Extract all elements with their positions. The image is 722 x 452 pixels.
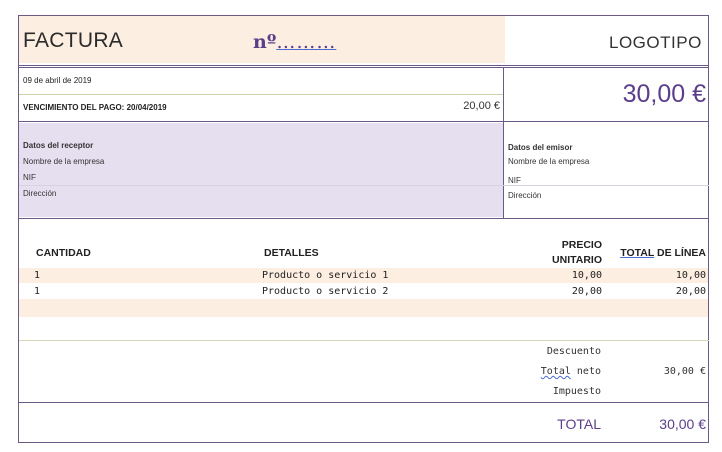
divider: [503, 67, 504, 218]
due-date-label: VENCIMIENTO DEL PAGO: 20/04/2019: [23, 103, 167, 112]
invoice-date: 09 de abril de 2019: [23, 76, 92, 85]
col-header-details: DETALLES: [264, 247, 319, 259]
table-row-details: Producto o servicio 1: [262, 270, 389, 281]
table-row-details: Producto o servicio 2: [262, 286, 389, 297]
emisor-title: Datos del emisor: [508, 143, 573, 152]
emisor-nif: NIF: [508, 176, 521, 185]
due-amount: 20,00 €: [463, 100, 500, 112]
divider: [19, 67, 709, 68]
table-row-quantity: 1: [34, 286, 41, 297]
invoice-number-label: nº: [253, 31, 277, 53]
grand-total-label: TOTAL: [557, 416, 601, 432]
table-row-line-total: 20,00: [675, 286, 706, 297]
col-header-unit-price: PRECIO UNITARIO: [552, 238, 602, 268]
receptor-title: Datos del receptor: [23, 141, 94, 150]
invoice-number-dots: ………: [276, 31, 337, 53]
divider: [19, 65, 709, 66]
table-row-unit-price: 10,00: [571, 270, 602, 281]
receptor-nif: NIF: [23, 173, 36, 182]
emisor-address: Dirección: [508, 191, 542, 200]
tax-label: Impuesto: [552, 386, 601, 397]
divider: [19, 402, 709, 403]
net-total-value: 30,00 €: [663, 366, 706, 377]
col-header-quantity: CANTIDAD: [36, 247, 91, 259]
col-header-unit-price-line2: UNITARIO: [552, 254, 602, 266]
col-header-line-total-rest: DE LÍNEA: [654, 247, 706, 259]
discount-label: Descuento: [546, 346, 601, 357]
receptor-company: Nombre de la empresa: [23, 157, 105, 166]
total-display: 30,00 €: [622, 80, 706, 108]
logo-placeholder: LOGOTIPO: [609, 33, 702, 52]
divider: [19, 218, 709, 219]
invoice-title: FACTURA: [23, 29, 124, 52]
grand-total-value: 30,00 €: [659, 416, 706, 432]
table-row-unit-price: 20,00: [571, 286, 602, 297]
divider: [19, 340, 709, 341]
table-row-line-total: 10,00: [675, 270, 706, 281]
divider: [19, 94, 503, 95]
receptor-address: Dirección: [23, 189, 57, 198]
divider: [19, 121, 709, 122]
net-total-label: Total neto: [541, 366, 601, 377]
invoice-frame: [18, 15, 709, 443]
col-header-unit-price-line1: PRECIO: [561, 239, 602, 251]
emisor-company: Nombre de la empresa: [508, 157, 590, 166]
divider: [19, 185, 709, 186]
invoice-number[interactable]: nº………: [253, 31, 336, 53]
net-total-label-word: Total: [540, 366, 571, 377]
col-header-line-total-word: TOTAL: [620, 247, 655, 259]
net-total-label-rest: neto: [570, 366, 601, 377]
col-header-line-total: TOTAL DE LÍNEA: [620, 247, 706, 259]
table-row-quantity: 1: [34, 270, 41, 281]
